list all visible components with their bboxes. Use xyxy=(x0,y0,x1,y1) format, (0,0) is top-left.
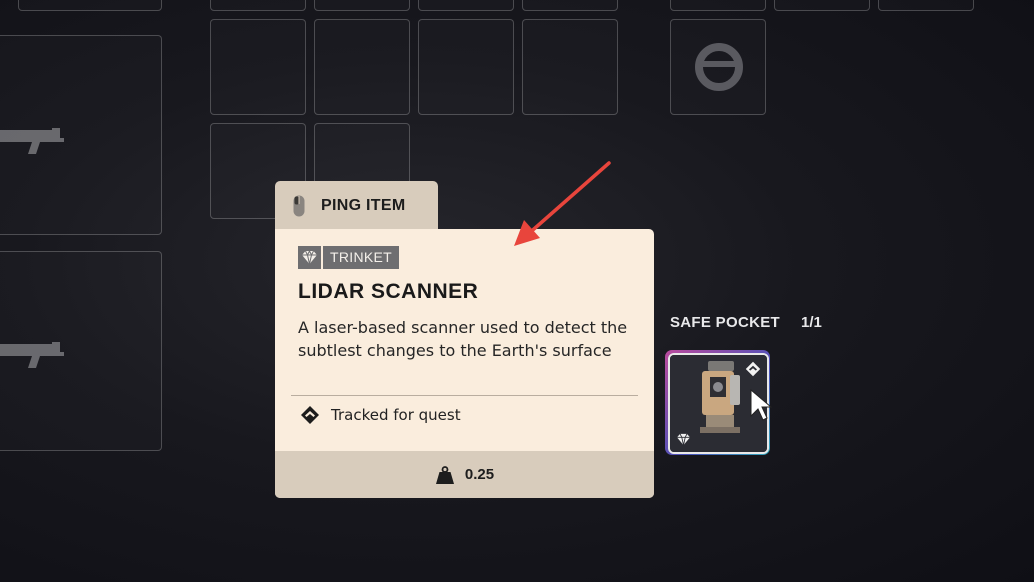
annotation-arrow xyxy=(514,161,611,246)
